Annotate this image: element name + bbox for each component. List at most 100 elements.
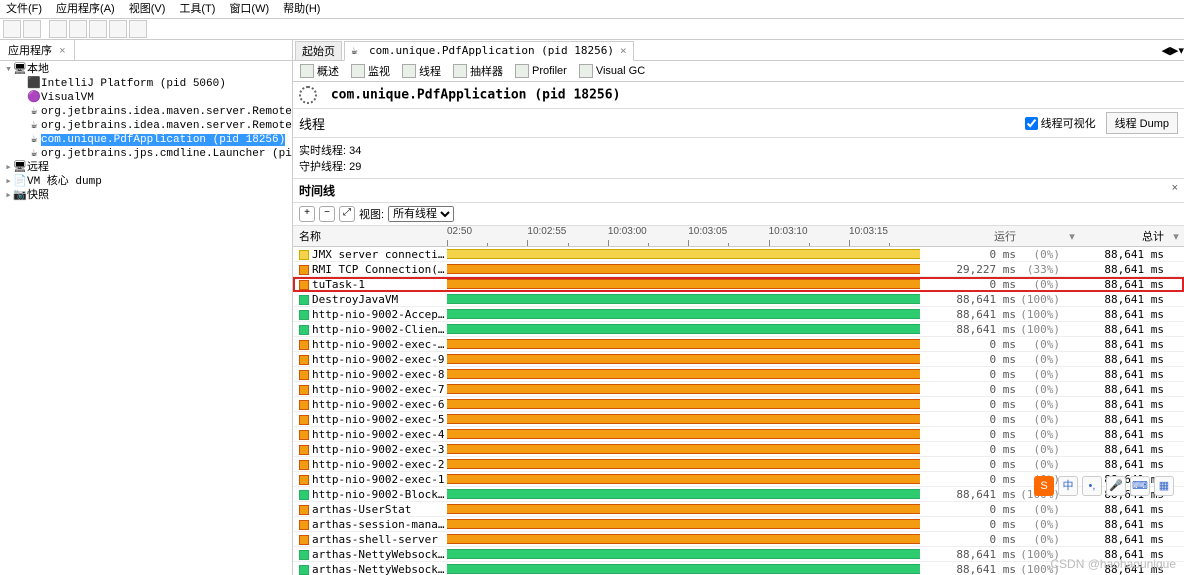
tree-process-2[interactable]: org.jetbrains.idea.maven.server.RemoteMa…	[41, 106, 292, 118]
threads-visualize-checkbox[interactable]: 线程可视化	[1021, 114, 1096, 133]
thread-row[interactable]: http-nio-9002-exec-80 ms(0%)88,641 ms	[293, 367, 1184, 382]
thread-bar	[447, 249, 920, 259]
sidebar-tab-apps[interactable]: 应用程序 ×	[0, 40, 75, 60]
thread-row[interactable]: http-nio-9002-exec-60 ms(0%)88,641 ms	[293, 397, 1184, 412]
tree-snapshot[interactable]: 快照	[27, 190, 49, 202]
threads-visualize-checkbox-input[interactable]	[1025, 117, 1038, 130]
twisty-icon[interactable]: ▸	[4, 189, 13, 203]
twisty-icon[interactable]: ▸	[4, 161, 13, 175]
thread-run-cell: 0 ms	[920, 503, 1020, 516]
thread-row[interactable]: http-nio-9002-exec-50 ms(0%)88,641 ms	[293, 412, 1184, 427]
view-dropdown[interactable]: 所有线程	[388, 206, 454, 222]
thread-run-cell: 0 ms	[920, 443, 1020, 456]
thread-row[interactable]: http-nio-9002-exec-20 ms(0%)88,641 ms	[293, 457, 1184, 472]
tab-close-icon[interactable]: ×	[620, 44, 627, 57]
toolbar-btn-6[interactable]	[109, 20, 127, 38]
menu-item-5[interactable]: 帮助(H)	[279, 0, 324, 18]
toolbar-btn-2[interactable]	[23, 20, 41, 38]
sidebar-tab-close-icon[interactable]: ×	[59, 45, 65, 57]
subtab-4[interactable]: Profiler	[510, 61, 572, 81]
thread-pct-cell: (0%)	[1020, 383, 1064, 396]
thread-total-cell: 88,641 ms	[1080, 488, 1168, 501]
toolbar-btn-7[interactable]	[129, 20, 147, 38]
col-run-drop-icon[interactable]: ▾	[1064, 230, 1080, 243]
col-name-header[interactable]: 名称	[293, 228, 447, 244]
thread-row[interactable]: http-nio-9002-exec-40 ms(0%)88,641 ms	[293, 427, 1184, 442]
tabs-more-icon[interactable]: ▾	[1178, 44, 1184, 57]
app-title-text: com.unique.PdfApplication (pid 18256)	[331, 88, 621, 103]
thread-pct-cell: (0%)	[1020, 473, 1064, 486]
thread-pct-cell: (0%)	[1020, 443, 1064, 456]
thread-row[interactable]: RMI TCP Connection(5)-192.129,227 ms(33%…	[293, 262, 1184, 277]
timeline-close-icon[interactable]: ×	[1172, 182, 1178, 194]
col-total-drop-icon[interactable]: ▾	[1168, 230, 1184, 243]
thread-bar-cell	[447, 427, 920, 441]
thread-total-cell: 88,641 ms	[1080, 413, 1168, 426]
twisty-icon[interactable]: ▾	[4, 63, 13, 77]
thread-row[interactable]: arthas-session-manager0 ms(0%)88,641 ms	[293, 517, 1184, 532]
tab-1[interactable]: 起始页	[295, 41, 342, 60]
tree-node-icon: ☕	[27, 119, 41, 133]
col-run-header[interactable]: 运行	[920, 228, 1020, 244]
thread-row[interactable]: arthas-UserStat0 ms(0%)88,641 ms	[293, 502, 1184, 517]
subtab-2[interactable]: 线程	[397, 61, 446, 81]
toolbar-btn-1[interactable]	[3, 20, 21, 38]
subtab-3[interactable]: 抽样器	[448, 61, 508, 81]
thread-dump-button[interactable]: 线程 Dump	[1106, 112, 1178, 134]
thread-row[interactable]: arthas-shell-server0 ms(0%)88,641 ms	[293, 532, 1184, 547]
menu-item-3[interactable]: 工具(T)	[175, 0, 219, 18]
thread-state-icon	[299, 505, 309, 515]
tree-vmdump[interactable]: VM 核心 dump	[27, 176, 102, 188]
thread-row[interactable]: http-nio-9002-exec-10 ms(0%)88,641 ms	[293, 472, 1184, 487]
zoom-fit-icon[interactable]: ⤢	[339, 206, 355, 222]
subtab-0[interactable]: 概述	[295, 61, 344, 81]
col-total-header[interactable]: 总计	[1080, 228, 1168, 244]
thread-row[interactable]: arthas-NettyWebsocketTtyBoc88,641 ms(100…	[293, 547, 1184, 562]
thread-row[interactable]: http-nio-9002-exec-100 ms(0%)88,641 ms	[293, 337, 1184, 352]
thread-bar-cell	[447, 502, 920, 516]
tabs-scroll-left-icon[interactable]: ◀	[1162, 44, 1170, 57]
content: 起始页☕com.unique.PdfApplication (pid 18256…	[293, 40, 1184, 575]
thread-total-cell: 88,641 ms	[1080, 533, 1168, 546]
toolbar-btn-3[interactable]	[49, 20, 67, 38]
thread-row[interactable]: JMX server connection timec0 ms(0%)88,64…	[293, 247, 1184, 262]
subtab-1[interactable]: 监视	[346, 61, 395, 81]
tab-0[interactable]: ☕com.unique.PdfApplication (pid 18256)×	[344, 41, 634, 61]
thread-total-cell: 88,641 ms	[1080, 473, 1168, 486]
thread-run-cell: 0 ms	[920, 533, 1020, 546]
menu-item-4[interactable]: 窗口(W)	[225, 0, 273, 18]
menu-item-0[interactable]: 文件(F)	[2, 0, 46, 18]
app-title: com.unique.PdfApplication (pid 18256)	[293, 82, 1184, 109]
tree-process-1[interactable]: VisualVM	[41, 92, 94, 104]
zoom-in-icon[interactable]: +	[299, 206, 315, 222]
tabs-scroll-right-icon[interactable]: ▶	[1170, 44, 1178, 57]
tree-process-5[interactable]: org.jetbrains.jps.cmdline.Launcher (pid …	[41, 148, 292, 160]
thread-row[interactable]: http-nio-9002-ClientPoller88,641 ms(100%…	[293, 322, 1184, 337]
subtab-5[interactable]: Visual GC	[574, 61, 650, 81]
thread-row[interactable]: http-nio-9002-exec-30 ms(0%)88,641 ms	[293, 442, 1184, 457]
thread-row[interactable]: http-nio-9002-exec-90 ms(0%)88,641 ms	[293, 352, 1184, 367]
tree-process-4[interactable]: com.unique.PdfApplication (pid 18256)	[41, 134, 285, 146]
thread-row[interactable]: http-nio-9002-Acceptor88,641 ms(100%)88,…	[293, 307, 1184, 322]
tree-local[interactable]: 本地	[27, 64, 49, 76]
thread-row[interactable]: tuTask-10 ms(0%)88,641 ms	[293, 277, 1184, 292]
refresh-icon[interactable]	[299, 86, 317, 104]
menu-item-2[interactable]: 视图(V)	[125, 0, 170, 18]
thread-total-cell: 88,641 ms	[1080, 368, 1168, 381]
thread-run-cell: 88,641 ms	[920, 563, 1020, 575]
tree-remote[interactable]: 远程	[27, 162, 49, 174]
thread-name-cell: http-nio-9002-ClientPoller	[293, 323, 447, 336]
zoom-out-icon[interactable]: −	[319, 206, 335, 222]
thread-pct-cell: (0%)	[1020, 398, 1064, 411]
thread-row[interactable]: DestroyJavaVM88,641 ms(100%)88,641 ms	[293, 292, 1184, 307]
twisty-icon[interactable]: ▸	[4, 175, 13, 189]
thread-row[interactable]: http-nio-9002-BlockPoller88,641 ms(100%)…	[293, 487, 1184, 502]
thread-total-cell: 88,641 ms	[1080, 518, 1168, 531]
toolbar-btn-4[interactable]	[69, 20, 87, 38]
toolbar-btn-5[interactable]	[89, 20, 107, 38]
thread-row[interactable]: arthas-NettyWebsocketTtyBoc88,641 ms(100…	[293, 562, 1184, 575]
menu-item-1[interactable]: 应用程序(A)	[52, 0, 119, 18]
tree-process-3[interactable]: org.jetbrains.idea.maven.server.RemoteMa…	[41, 120, 292, 132]
thread-row[interactable]: http-nio-9002-exec-70 ms(0%)88,641 ms	[293, 382, 1184, 397]
tree-process-0[interactable]: IntelliJ Platform (pid 5060)	[41, 78, 226, 90]
